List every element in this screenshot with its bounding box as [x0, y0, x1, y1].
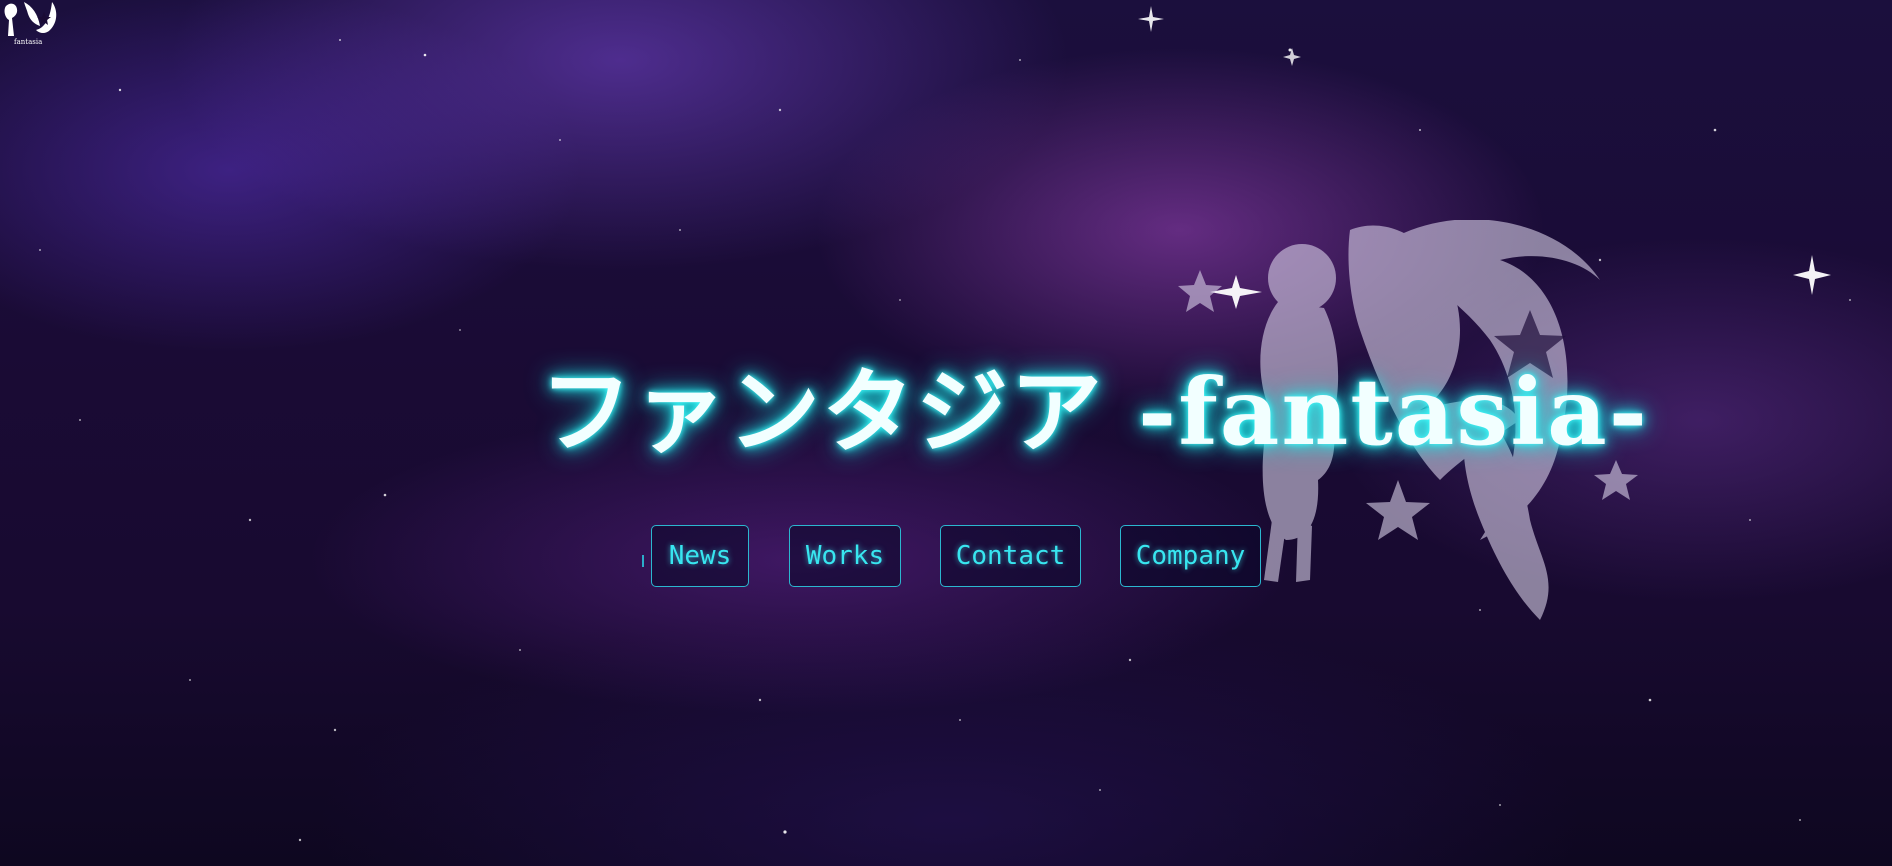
nav-cursor-marker [642, 555, 644, 567]
logo-text: fantasia [14, 38, 43, 46]
nav-works-button[interactable]: Works [789, 525, 901, 587]
nav-contact-button[interactable]: Contact [940, 525, 1081, 587]
hero-title: ファンタジア -fantasia- [540, 358, 1649, 466]
nav-company-button[interactable]: Company [1120, 525, 1261, 587]
nav-news-button[interactable]: News [651, 525, 749, 587]
logo-emblem-icon [4, 2, 57, 37]
brand-logo[interactable]: fantasia [0, 0, 60, 48]
